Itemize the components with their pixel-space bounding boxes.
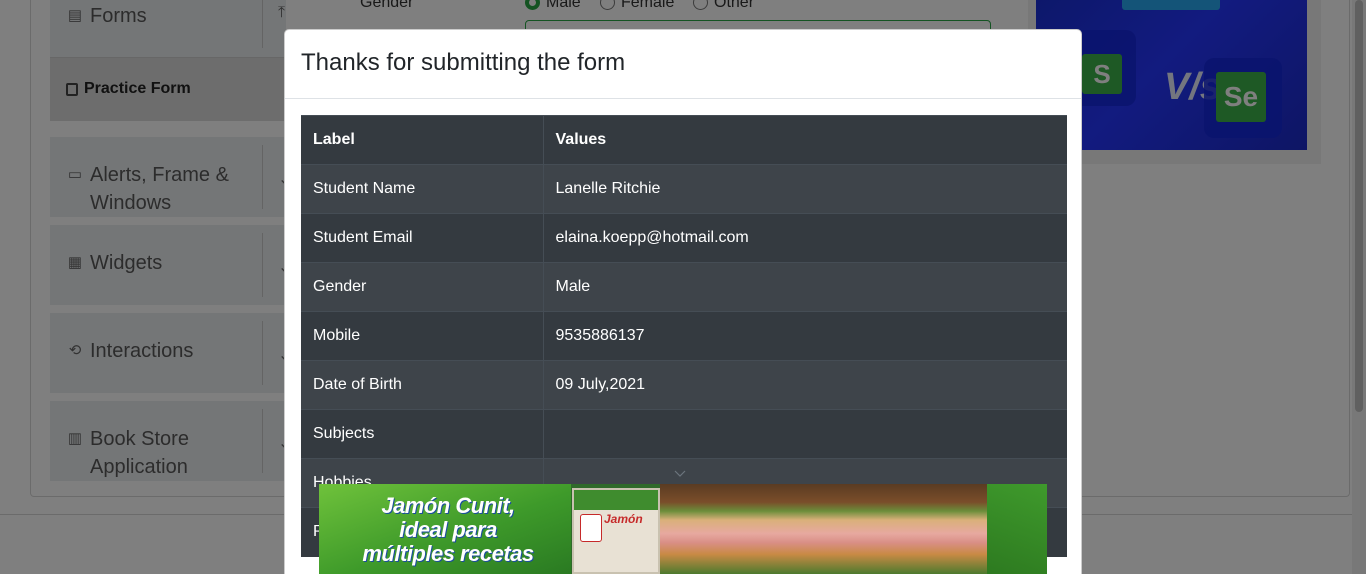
row-label-cell: Student Name [301,164,544,214]
row-label-cell: Subjects [301,409,544,459]
chevron-down-icon [674,470,686,477]
row-value-cell: Male [543,262,1067,312]
row-value-cell: 9535886137 [543,311,1067,361]
ad-headline: Jamón Cunit, ideal para múltiples receta… [362,493,534,566]
table-row: Subjects [301,409,1067,459]
table-row: Date of Birth 09 July,2021 [301,360,1067,410]
row-value-cell: Lanelle Ritchie [543,164,1067,214]
bottom-ad-banner[interactable]: Jamón Cunit, ideal para múltiples receta… [319,484,1047,574]
pack-label: Jamón [604,512,643,526]
row-label-cell: Date of Birth [301,360,544,410]
modal-header: Thanks for submitting the form [285,30,1081,99]
column-header-label: Label [301,115,544,165]
ad-leaf-right [987,484,1047,574]
table-row: Student Name Lanelle Ritchie [301,164,1067,214]
ham-package: Jamón [572,488,660,574]
table-header-row: Label Values [301,115,1067,165]
modal-title: Thanks for submitting the form [301,49,626,76]
row-label-cell: Mobile [301,311,544,361]
table-row: Mobile 9535886137 [301,311,1067,361]
row-label-cell: Student Email [301,213,544,263]
row-label-cell: Gender [301,262,544,312]
table-row: Gender Male [301,262,1067,312]
brand-logo-icon [580,514,602,542]
row-value-cell: elaina.koepp@hotmail.com [543,213,1067,263]
table-row: Student Email elaina.koepp@hotmail.com [301,213,1067,263]
column-header-values: Values [543,115,1067,165]
row-value-cell [543,409,1067,459]
row-value-cell: 09 July,2021 [543,360,1067,410]
